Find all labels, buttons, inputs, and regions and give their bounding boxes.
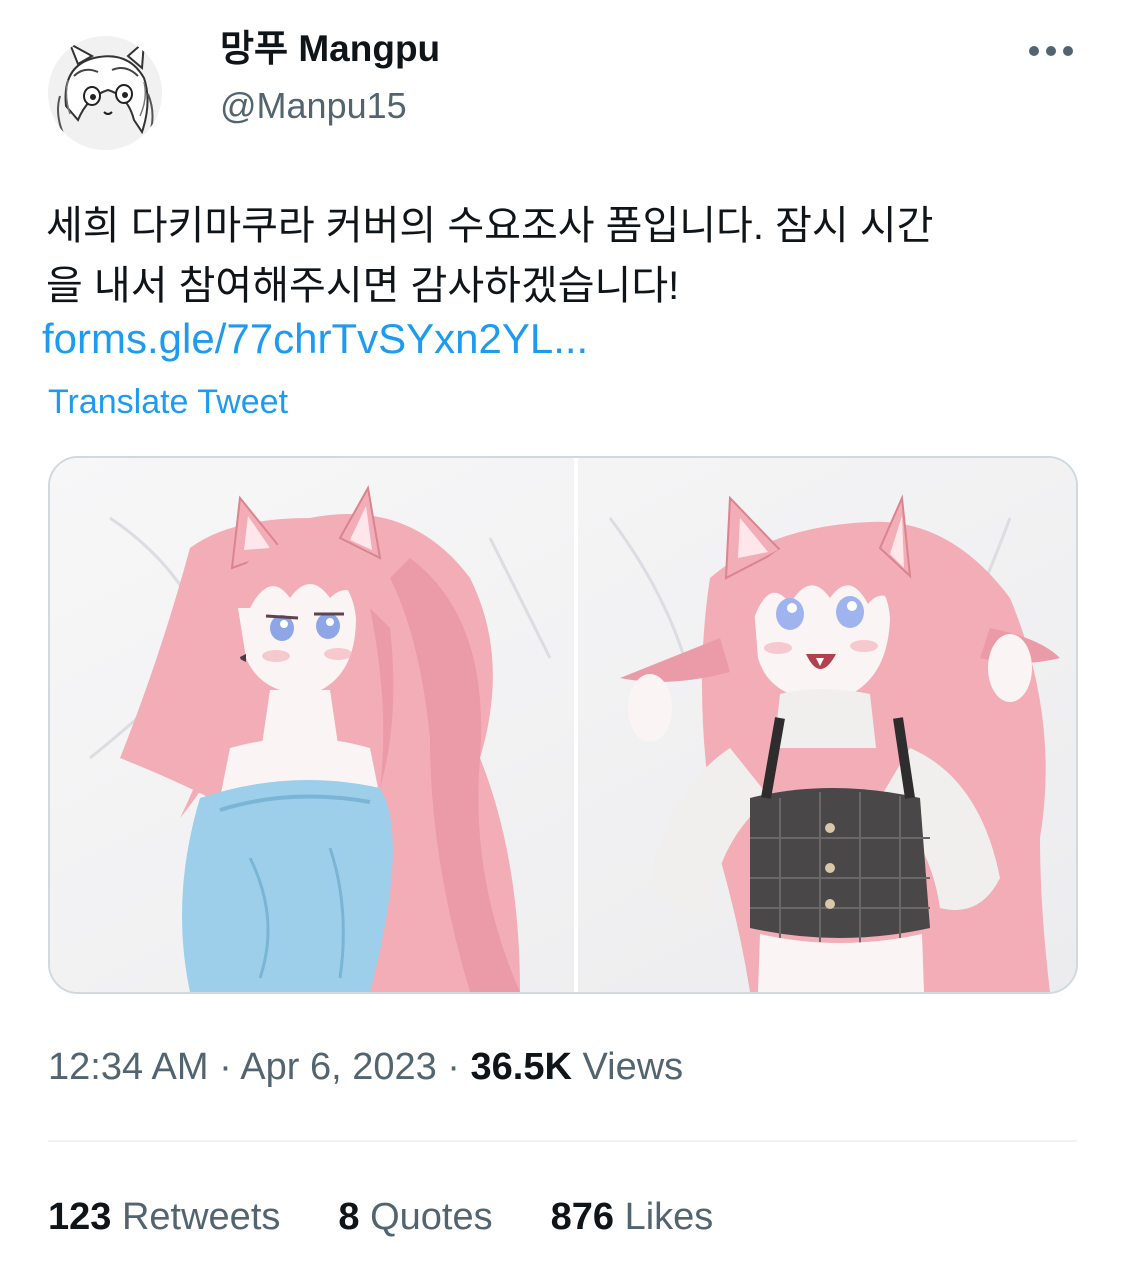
tweet-media[interactable] xyxy=(48,456,1078,994)
tweet-text: 세희 다키마쿠라 커버의 수요조사 폼입니다. 잠시 시간 을 내서 참여해주시… xyxy=(46,196,1086,316)
likes-stat[interactable]: 876 Likes xyxy=(551,1192,714,1242)
meta-separator: · xyxy=(447,1046,460,1088)
tweet-date[interactable]: Apr 6, 2023 xyxy=(240,1046,436,1088)
divider xyxy=(48,1140,1077,1142)
likes-count: 876 xyxy=(550,1196,615,1238)
likes-label: Likes xyxy=(624,1196,714,1238)
tweet-text-line: 을 내서 참여해주시면 감사하겠습니다! xyxy=(46,264,680,308)
avatar-image xyxy=(48,36,162,150)
views-label[interactable]: Views xyxy=(582,1046,683,1088)
tweet-time[interactable]: 12:34 AM xyxy=(48,1046,209,1088)
author-display-name[interactable]: 망푸 Mangpu xyxy=(220,26,440,72)
tweet-link[interactable]: forms.gle/77chrTvSYxn2YL... xyxy=(42,310,588,368)
retweets-label: Retweets xyxy=(121,1196,281,1238)
quotes-stat[interactable]: 8 Quotes xyxy=(338,1192,492,1242)
quotes-label: Quotes xyxy=(370,1196,493,1238)
views-count: 36.5K xyxy=(470,1046,572,1088)
avatar[interactable] xyxy=(48,36,162,150)
tweet-text-line: 세희 다키마쿠라 커버의 수요조사 폼입니다. 잠시 시간 xyxy=(46,204,934,248)
retweets-stat[interactable]: 123 Retweets xyxy=(48,1192,280,1242)
more-horizontal-icon xyxy=(1029,46,1073,56)
retweets-count: 123 xyxy=(48,1196,112,1238)
tweet-meta: 12:34 AM · Apr 6, 2023 · 36.5K Views xyxy=(48,1042,683,1092)
meta-separator: · xyxy=(219,1046,232,1088)
tweet-media-image xyxy=(50,458,1076,992)
author-handle[interactable]: @Manpu15 xyxy=(220,84,407,128)
translate-tweet-link[interactable]: Translate Tweet xyxy=(48,380,288,424)
engagement-stats: 123 Retweets 8 Quotes 876 Likes xyxy=(48,1192,771,1242)
quotes-count: 8 xyxy=(338,1196,360,1238)
more-options-button[interactable] xyxy=(1022,34,1080,68)
